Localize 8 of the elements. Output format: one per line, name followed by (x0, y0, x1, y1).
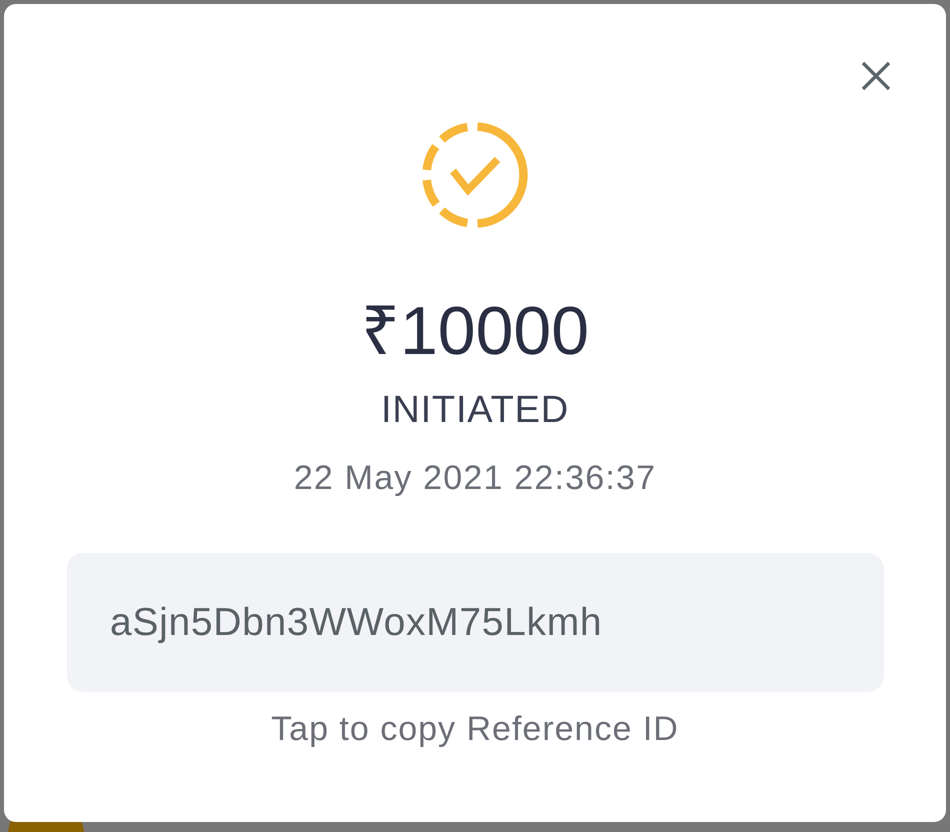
check-circle-icon (422, 122, 528, 228)
status-text: INITIATED (380, 388, 570, 432)
amount-text: ₹10000 (360, 292, 590, 371)
reference-id-button[interactable]: aSjn5Dbn3WWoxM75Lkmh (67, 553, 884, 692)
close-button[interactable] (860, 60, 892, 92)
timestamp-text: 22 May 2021 22:36:37 (294, 458, 656, 498)
close-icon (860, 60, 892, 92)
copy-hint-text: Tap to copy Reference ID (271, 709, 679, 749)
